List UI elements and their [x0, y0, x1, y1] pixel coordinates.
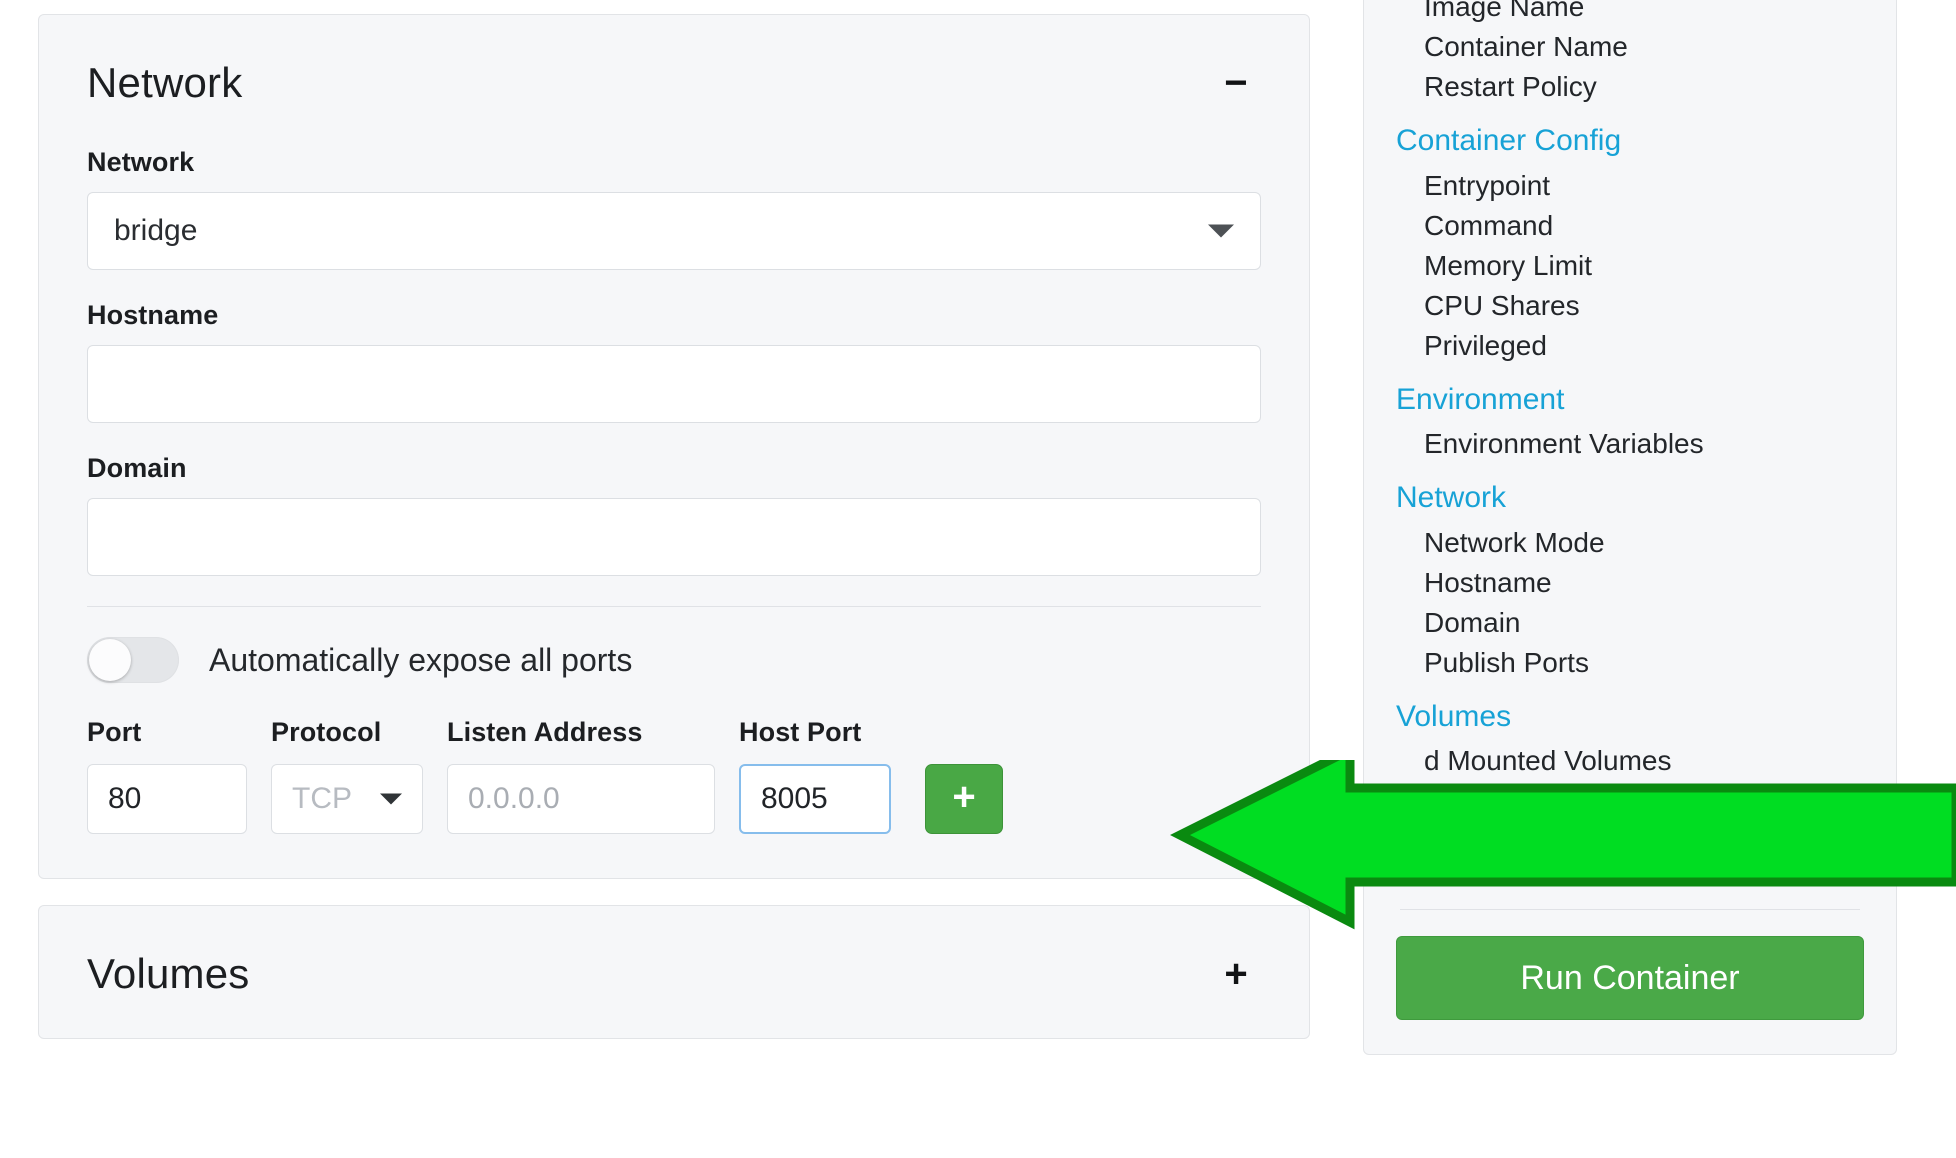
protocol-column: Protocol TCP — [271, 717, 423, 834]
sidebar-item-bind-mounted-volumes[interactable]: d Mounted Volumes — [1396, 741, 1864, 781]
hostname-field-block: Hostname — [87, 300, 1261, 423]
sidebar-item-image-name[interactable]: Image Name — [1396, 0, 1864, 27]
network-panel-body: Network bridge Hostname Domain — [39, 147, 1309, 878]
sidebar-item-swarm-constraints[interactable]: arm Constraints — [1396, 835, 1864, 875]
protocol-select[interactable]: TCP — [271, 764, 423, 834]
sidebar-divider — [1400, 909, 1860, 910]
plus-icon: + — [952, 777, 975, 817]
port-input-value: 80 — [108, 782, 141, 816]
section-divider — [87, 606, 1261, 607]
summary-sidebar: Image Name Container Name Restart Policy… — [1363, 0, 1897, 1055]
sidebar-group-title-network[interactable]: Network — [1396, 478, 1864, 519]
network-field-block: Network bridge — [87, 147, 1261, 270]
protocol-select-value: TCP — [292, 782, 352, 816]
sidebar-item-environment-variables[interactable]: Environment Variables — [1396, 424, 1864, 464]
sidebar-item-restart-policy[interactable]: Restart Policy — [1396, 67, 1864, 107]
volumes-panel-title: Volumes — [87, 950, 250, 998]
domain-input[interactable] — [87, 498, 1261, 576]
auto-expose-ports-toggle[interactable] — [87, 637, 179, 683]
minus-icon[interactable]: − — [1213, 63, 1259, 103]
network-select[interactable]: bridge — [87, 192, 1261, 270]
listen-address-header: Listen Address — [447, 717, 715, 748]
domain-field-label: Domain — [87, 453, 1261, 484]
sidebar-item-publish-ports[interactable]: Publish Ports — [1396, 643, 1864, 683]
listen-address-placeholder: 0.0.0.0 — [468, 782, 560, 816]
volumes-panel-header[interactable]: Volumes + — [39, 906, 1309, 1038]
port-input[interactable]: 80 — [87, 764, 247, 834]
sidebar-group-title-container-config[interactable]: Container Config — [1396, 121, 1864, 162]
listen-address-column: Listen Address 0.0.0.0 — [447, 717, 715, 834]
sidebar-item-network-mode[interactable]: Network Mode — [1396, 523, 1864, 563]
chevron-down-icon — [380, 794, 402, 805]
sidebar-group-volumes: Volumes d Mounted Volumes arm Constraint… — [1396, 697, 1864, 876]
network-select-value: bridge — [114, 214, 197, 248]
sidebar-group-title-environment[interactable]: Environment — [1396, 380, 1864, 421]
network-panel-title: Network — [87, 59, 242, 107]
sidebar-group-title-volumes[interactable]: Volumes — [1396, 697, 1864, 738]
sidebar-group-container-config: Container Config Entrypoint Command Memo… — [1396, 121, 1864, 366]
hostname-field-label: Hostname — [87, 300, 1261, 331]
host-port-input[interactable]: 8005 — [739, 764, 891, 834]
toggle-knob — [89, 639, 131, 681]
network-panel-header[interactable]: Network − — [39, 15, 1309, 147]
network-field-label: Network — [87, 147, 1261, 178]
sidebar-item-container-name[interactable]: Container Name — [1396, 27, 1864, 67]
sidebar-item-domain[interactable]: Domain — [1396, 603, 1864, 643]
sidebar-group-network: Network Network Mode Hostname Domain Pub… — [1396, 478, 1864, 683]
sidebar-group-general: Image Name Container Name Restart Policy — [1396, 0, 1864, 107]
volumes-panel: Volumes + — [38, 905, 1310, 1039]
sidebar-item-command[interactable]: Command — [1396, 206, 1864, 246]
chevron-down-icon — [1208, 225, 1234, 238]
sidebar-item-memory-limit[interactable]: Memory Limit — [1396, 246, 1864, 286]
host-port-header: Host Port — [739, 717, 891, 748]
sidebar-group-environment: Environment Environment Variables — [1396, 380, 1864, 465]
protocol-header: Protocol — [271, 717, 423, 748]
auto-expose-ports-row: Automatically expose all ports — [87, 637, 1261, 683]
host-port-input-value: 8005 — [761, 782, 828, 816]
auto-expose-ports-label: Automatically expose all ports — [209, 642, 632, 679]
plus-icon[interactable]: + — [1213, 954, 1259, 994]
network-panel: Network − Network bridge Hostname Domain — [38, 14, 1310, 879]
run-container-button[interactable]: Run Container — [1396, 936, 1864, 1020]
add-port-button[interactable]: + — [925, 764, 1003, 834]
sidebar-item-cpu-shares[interactable]: CPU Shares — [1396, 286, 1864, 326]
container-run-settings-screen: Network − Network bridge Hostname Domain — [0, 0, 1956, 1158]
hostname-input[interactable] — [87, 345, 1261, 423]
sidebar-item-hostname[interactable]: Hostname — [1396, 563, 1864, 603]
domain-field-block: Domain — [87, 453, 1261, 576]
listen-address-input[interactable]: 0.0.0.0 — [447, 764, 715, 834]
sidebar-item-privileged[interactable]: Privileged — [1396, 326, 1864, 366]
port-header: Port — [87, 717, 247, 748]
sidebar-item-entrypoint[interactable]: Entrypoint — [1396, 166, 1864, 206]
port-mapping-row: Port 80 Protocol TCP Listen Address — [87, 717, 1261, 834]
port-column: Port 80 — [87, 717, 247, 834]
host-port-column: Host Port 8005 — [739, 717, 891, 834]
settings-panels-column: Network − Network bridge Hostname Domain — [38, 14, 1310, 1065]
